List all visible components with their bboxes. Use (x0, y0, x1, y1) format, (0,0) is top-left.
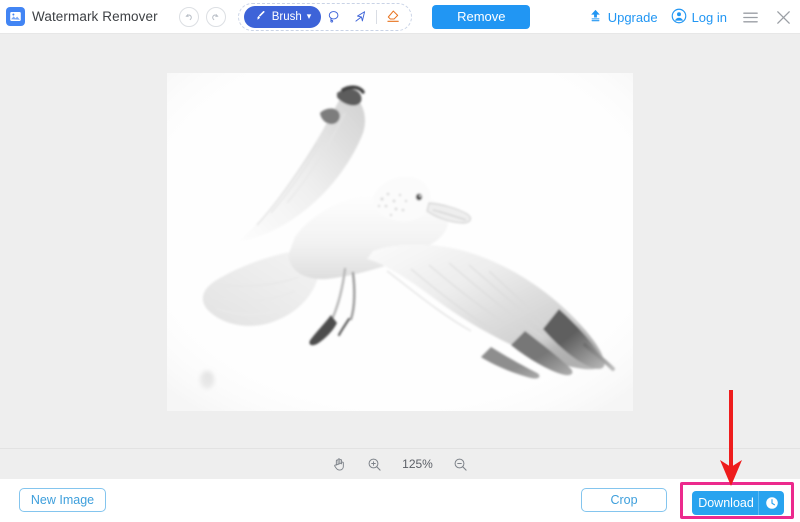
upload-arrow-icon (588, 8, 603, 26)
hand-pan-icon[interactable] (331, 455, 349, 473)
editor-canvas[interactable] (0, 34, 800, 448)
remove-button[interactable]: Remove (432, 5, 530, 29)
brush-icon (254, 9, 267, 25)
zoom-toolbar: 125% (0, 448, 800, 479)
image-edit-icon (6, 7, 25, 26)
brush-tool[interactable]: Brush ▾ (244, 6, 322, 28)
upgrade-label: Upgrade (608, 10, 658, 25)
brush-tool-label: Brush (272, 11, 302, 23)
clock-history-icon[interactable] (759, 496, 784, 510)
chevron-down-icon[interactable]: ▾ (307, 12, 312, 21)
lasso-tool[interactable] (321, 5, 347, 29)
watermark-remover-app: Watermark Remover (0, 0, 800, 522)
redo-button[interactable] (206, 7, 226, 27)
zoom-out-icon[interactable] (452, 455, 470, 473)
download-button-label: Download (692, 496, 758, 510)
seagull-photo (167, 73, 633, 411)
history-controls (179, 7, 226, 27)
download-highlight-box: Download (680, 482, 794, 519)
eraser-tool[interactable] (380, 5, 406, 29)
upgrade-link[interactable]: Upgrade (588, 8, 658, 26)
login-label: Log in (692, 10, 727, 25)
new-image-button[interactable]: New Image (19, 488, 106, 512)
undo-button[interactable] (179, 7, 199, 27)
photo-preview[interactable] (167, 73, 633, 411)
zoom-level-value: 125% (401, 457, 435, 471)
magic-wand-tool[interactable] (347, 5, 373, 29)
close-x-icon[interactable] (773, 7, 793, 27)
download-button[interactable]: Download (692, 491, 784, 515)
app-header: Watermark Remover (0, 0, 800, 34)
tool-divider (376, 10, 377, 24)
brand: Watermark Remover (6, 7, 158, 26)
header-right-actions: Upgrade Log in (588, 0, 793, 34)
hamburger-menu-icon[interactable] (740, 7, 760, 27)
app-title: Watermark Remover (32, 9, 158, 24)
tool-group: Brush ▾ (238, 3, 413, 31)
crop-button[interactable]: Crop (581, 488, 667, 512)
user-avatar-icon (671, 8, 687, 27)
login-link[interactable]: Log in (671, 8, 727, 27)
zoom-in-icon[interactable] (366, 455, 384, 473)
